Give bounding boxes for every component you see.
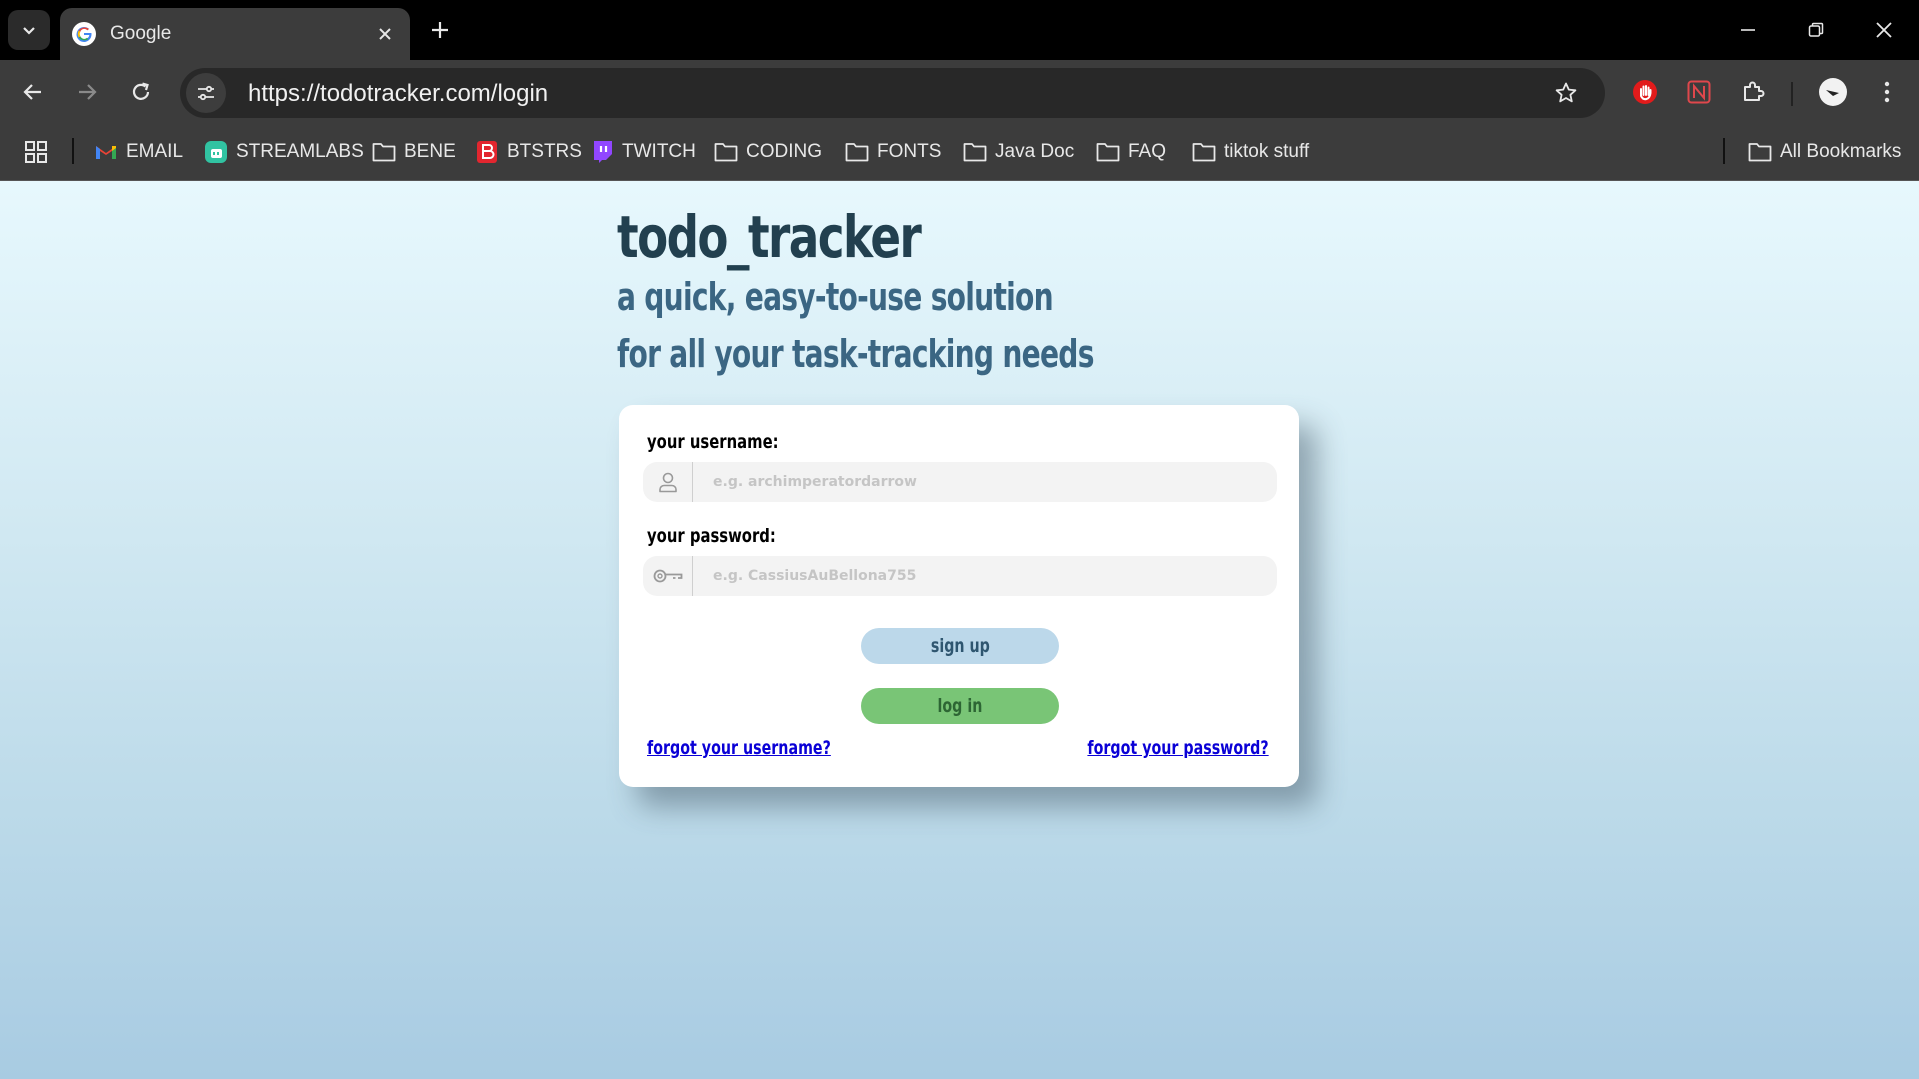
reload-icon [132, 82, 150, 100]
bookmark-star-button[interactable] [1549, 76, 1583, 110]
sign-up-button[interactable]: sign up [861, 628, 1059, 664]
apps-grid-icon [25, 141, 47, 163]
n-badge-icon [1687, 80, 1711, 104]
bookmark-separator [1723, 138, 1725, 164]
close-icon [1876, 22, 1892, 38]
sign-up-label: sign up [930, 635, 990, 657]
folder-icon [1748, 140, 1772, 164]
arrow-right-icon [79, 84, 97, 100]
bookmark-email[interactable]: EMAIL [94, 137, 183, 167]
folder-icon [1096, 140, 1120, 164]
new-tab-button[interactable] [422, 12, 458, 48]
close-window-button[interactable] [1862, 8, 1906, 52]
login-card: your username: your password: sign up lo… [619, 405, 1299, 787]
folder-icon [372, 140, 396, 164]
forgot-password-link[interactable]: forgot your password? [1088, 737, 1269, 759]
site-info-button[interactable] [186, 73, 226, 113]
password-input[interactable] [693, 556, 1277, 596]
folder-icon [963, 140, 987, 164]
username-label: your username: [647, 431, 779, 453]
tab-title: Google [110, 23, 172, 44]
bookmark-folder-faq[interactable]: FAQ [1096, 137, 1166, 167]
bookmark-label: STREAMLABS [236, 141, 364, 162]
tab-search-button[interactable] [8, 10, 50, 50]
log-in-button[interactable]: log in [861, 688, 1059, 724]
star-icon [1555, 82, 1577, 103]
toolbar-divider [1791, 82, 1793, 106]
streamlabs-icon [204, 140, 228, 164]
browser-toolbar: https://todotracker.com/login [0, 60, 1919, 123]
reload-button[interactable] [120, 71, 162, 113]
bookmark-label: BTSTRS [507, 141, 582, 162]
bookmark-folder-bene[interactable]: BENE [372, 137, 456, 167]
minimize-button[interactable] [1726, 8, 1770, 52]
address-bar[interactable]: https://todotracker.com/login [180, 68, 1605, 118]
user-icon [643, 462, 693, 502]
page-subtitle-line1: a quick, easy-to-use solution [617, 275, 1054, 319]
chevron-down-icon [23, 27, 35, 35]
extensions-button[interactable] [1732, 71, 1774, 113]
bookmark-btstrs[interactable]: BTSTRS [475, 137, 582, 167]
username-field[interactable] [643, 462, 1277, 502]
key-icon [643, 556, 693, 596]
tab-active[interactable]: Google [60, 8, 410, 60]
bookmark-folder-coding[interactable]: CODING [714, 137, 822, 167]
forgot-username-link[interactable]: forgot your username? [647, 737, 831, 759]
arrow-left-icon [23, 84, 41, 100]
puzzle-icon [1744, 81, 1765, 101]
bookmark-label: CODING [746, 141, 822, 162]
apps-button[interactable] [24, 137, 48, 167]
hand-stop-icon [1633, 80, 1657, 104]
bookmark-label: FONTS [877, 141, 942, 162]
forward-button[interactable] [66, 71, 108, 113]
folder-icon [714, 140, 738, 164]
bookmark-folder-tiktok-stuff[interactable]: tiktok stuff [1192, 137, 1309, 167]
folder-icon [845, 140, 869, 164]
extension-n-button[interactable] [1678, 71, 1720, 113]
kebab-menu-icon [1884, 81, 1890, 103]
btstrs-icon [475, 140, 499, 164]
avatar-icon [1819, 78, 1847, 106]
bookmark-separator [72, 138, 74, 164]
bookmark-label: EMAIL [126, 141, 184, 162]
bookmark-folder-fonts[interactable]: FONTS [845, 137, 941, 167]
tab-strip: Google [0, 0, 1919, 60]
restore-icon [1808, 22, 1824, 37]
all-bookmarks-label: All Bookmarks [1780, 141, 1902, 162]
extension-block-button[interactable] [1624, 71, 1666, 113]
gmail-icon [94, 140, 118, 164]
url-text[interactable]: https://todotracker.com/login [248, 80, 548, 108]
bookmark-label: TWITCH [622, 141, 696, 162]
folder-icon [1192, 140, 1216, 164]
restore-button[interactable] [1794, 8, 1838, 52]
close-icon [379, 28, 391, 40]
google-icon [72, 22, 96, 46]
back-button[interactable] [12, 71, 54, 113]
all-bookmarks-button[interactable]: All Bookmarks [1748, 137, 1901, 167]
menu-button[interactable] [1866, 71, 1908, 113]
twitch-icon [590, 140, 614, 164]
username-input[interactable] [693, 462, 1277, 502]
page-subtitle-line2: for all your task-tracking needs [617, 332, 1094, 376]
password-label: your password: [647, 525, 776, 547]
bookmark-folder-java-doc[interactable]: Java Doc [963, 137, 1074, 167]
bookmark-label: FAQ [1128, 141, 1167, 162]
bookmark-label: Java Doc [995, 141, 1075, 162]
close-tab-button[interactable] [370, 19, 400, 49]
page-content: todo_tracker a quick, easy-to-use soluti… [0, 181, 1919, 1079]
minimize-icon [1741, 29, 1755, 31]
bookmark-streamlabs[interactable]: STREAMLABS [204, 137, 364, 167]
profile-button[interactable] [1812, 71, 1854, 113]
log-in-label: log in [937, 695, 983, 717]
page-title: todo_tracker [617, 203, 922, 271]
bookmarks-bar: EMAIL STREAMLABS BENE BTSTRS TWITCH CODI… [0, 123, 1919, 181]
bookmark-label: BENE [404, 141, 456, 162]
tune-icon [198, 85, 214, 101]
bookmark-label: tiktok stuff [1224, 141, 1310, 162]
password-field[interactable] [643, 556, 1277, 596]
bookmark-twitch[interactable]: TWITCH [590, 137, 696, 167]
plus-icon [432, 22, 448, 38]
